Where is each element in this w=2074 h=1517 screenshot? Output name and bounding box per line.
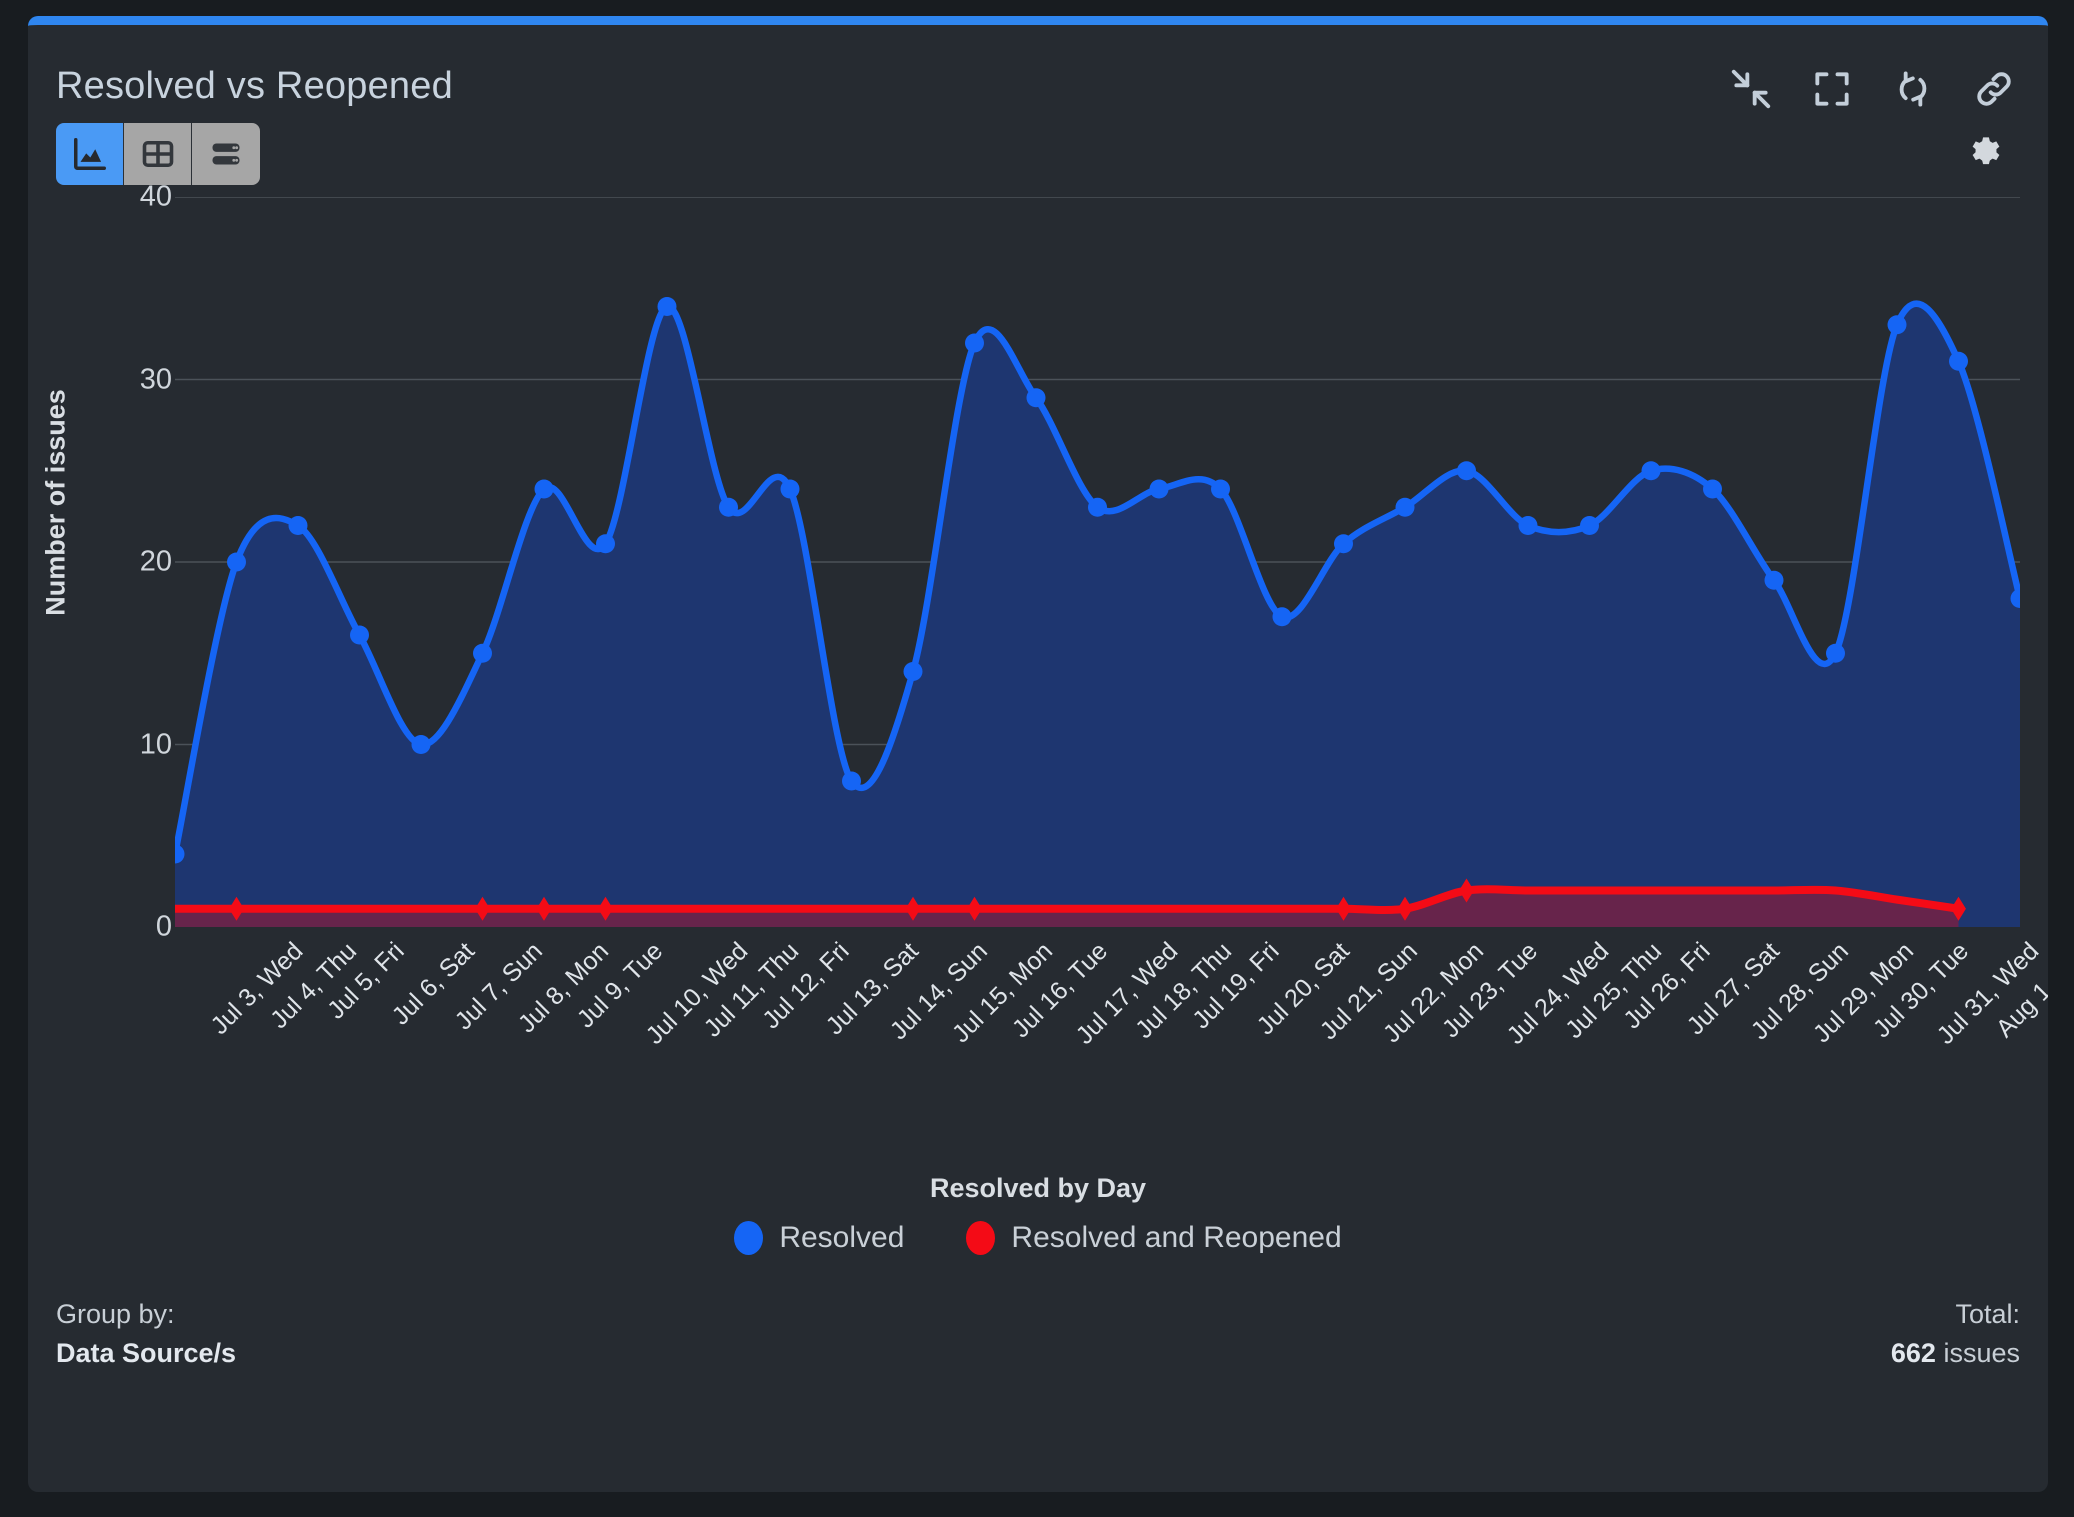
data-point-marker[interactable] [1826,643,1845,663]
y-tick-label: 30 [139,363,172,395]
y-tick-label: 0 [155,910,172,943]
group-by-value: Data Source/s [56,1338,237,1369]
data-point-marker[interactable] [1703,479,1722,499]
data-point-marker[interactable] [1887,315,1907,335]
data-point-marker[interactable] [1272,607,1292,627]
data-point-marker[interactable] [1211,479,1230,499]
total-label: Total: [1955,1299,2020,1329]
data-point-marker[interactable] [473,643,492,663]
total-value: 662 [1890,1338,1936,1369]
view-toggle-group [56,123,260,185]
data-point-marker[interactable] [1580,516,1599,535]
data-point-marker[interactable] [350,625,369,645]
page-title: Resolved vs Reopened [56,65,453,107]
series-area [175,303,2020,927]
refresh-icon[interactable] [1891,67,1935,111]
data-point-marker[interactable] [965,333,984,353]
legend-color-swatch [966,1221,996,1255]
data-point-marker[interactable] [719,497,738,517]
data-point-marker[interactable] [1149,479,1169,499]
chart-plot-area: Number of issues 0 10 20 30 40 [28,181,2048,1007]
total-block: Total: 662 issues [1891,1295,2020,1373]
x-axis-ticks: Jul 3, Wed Jul 4, Thu Jul 5, Fri Jul 6, Sat… [175,937,2048,1137]
chart-canvas [175,197,2020,927]
data-point-marker[interactable] [780,479,800,499]
data-point-marker[interactable] [227,552,246,572]
group-by-block: Group by: Data Source/s [56,1295,236,1373]
link-icon[interactable] [1972,67,2016,111]
y-tick-label: 20 [139,545,172,578]
area-chart-icon [71,135,109,173]
card-footer: Group by: Data Source/s Total: 662 issue… [56,1295,2020,1373]
header-icon-group [1729,67,2016,111]
data-point-marker[interactable] [1395,497,1415,517]
legend-label: Resolved and Reopened [1011,1221,1342,1254]
data-point-marker[interactable] [288,516,308,535]
data-point-marker[interactable] [1949,351,1968,371]
list-rows-icon [208,136,244,172]
data-point-marker[interactable] [411,735,431,754]
data-point-marker[interactable] [596,534,615,554]
x-axis-title: Resolved by Day [929,1173,1147,1203]
legend-item[interactable]: Resolved and Reopened [966,1221,1342,1255]
y-axis-title: Number of issues [40,389,71,616]
data-point-marker[interactable] [1641,461,1661,481]
data-point-marker[interactable] [1457,461,1476,481]
legend-color-swatch [734,1221,764,1255]
table-grid-icon [140,136,176,172]
legend-item[interactable]: Resolved [734,1221,904,1255]
chart-view-button[interactable] [56,123,124,185]
group-by-label: Group by: [56,1299,175,1329]
y-tick-label: 40 [139,180,172,213]
list-view-button[interactable] [192,123,260,185]
legend-label: Resolved [779,1221,905,1254]
total-unit: issues [1943,1338,2020,1369]
table-view-button[interactable] [124,123,192,185]
chart-legend: Resolved Resolved and Reopened [28,1221,2048,1255]
gear-icon[interactable] [1964,133,2008,177]
data-point-marker[interactable] [1088,497,1107,517]
data-point-marker[interactable] [1518,516,1538,535]
total-value-row: 662 issues [1891,1334,2020,1373]
expand-fullscreen-icon[interactable] [1810,67,1854,111]
data-point-marker[interactable] [534,479,554,499]
resolved-vs-reopened-card: Resolved vs Reopened Number of issues 0 … [28,16,2048,1492]
data-point-marker[interactable] [903,662,923,681]
data-point-marker[interactable] [657,297,677,316]
collapse-icon[interactable] [1729,67,1773,111]
data-point-marker[interactable] [1764,570,1784,590]
dashboard-page: Resolved vs Reopened Number of issues 0 … [0,0,2074,1517]
card-header: Resolved vs Reopened [28,25,2048,145]
data-point-marker[interactable] [1334,534,1353,554]
y-tick-label: 10 [139,728,172,760]
data-point-marker[interactable] [842,771,861,791]
data-point-marker[interactable] [1026,388,1046,408]
